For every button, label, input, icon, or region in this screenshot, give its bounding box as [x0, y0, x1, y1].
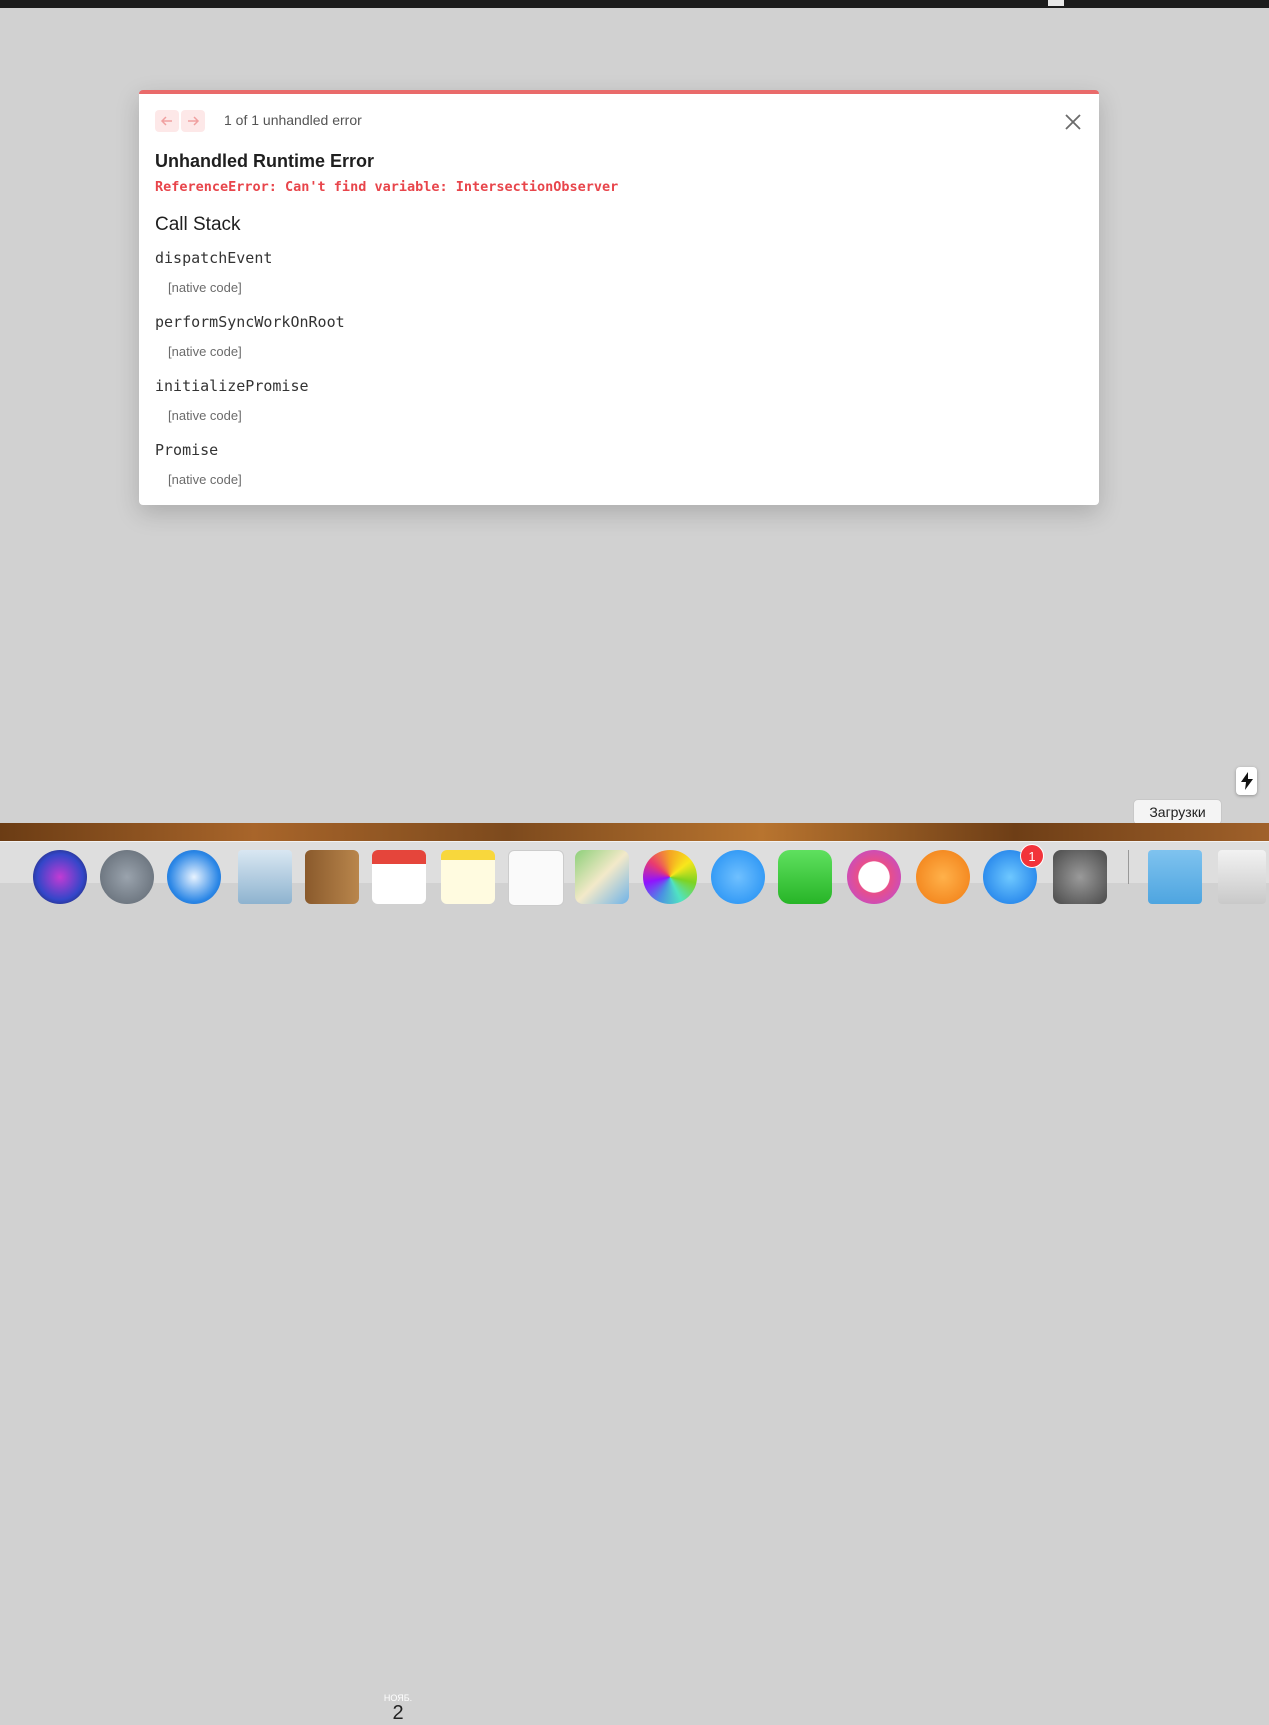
photos-icon[interactable]: [643, 850, 697, 904]
window-title-strip: [0, 0, 1269, 8]
desktop-wallpaper: [0, 823, 1269, 841]
trash-icon[interactable]: [1218, 850, 1266, 904]
lightning-bolt-icon: [1240, 772, 1253, 790]
dock-separator: [1128, 850, 1129, 884]
error-overlay: 1 of 1 unhandled error Unhandled Runtime…: [139, 90, 1099, 505]
close-icon: [1065, 114, 1081, 130]
system-preferences-icon[interactable]: [1053, 850, 1107, 904]
frame-source: [native code]: [168, 344, 242, 359]
books-icon[interactable]: [916, 850, 970, 904]
calendar-day: 2: [392, 1702, 404, 1724]
notes-icon[interactable]: [441, 850, 495, 904]
safari-icon[interactable]: [167, 850, 221, 904]
call-stack-title: Call Stack: [155, 214, 241, 235]
next-error-button[interactable]: [181, 110, 205, 132]
frame-function: performSyncWorkOnRoot: [155, 313, 345, 331]
error-message: ReferenceError: Can't find variable: Int…: [155, 179, 619, 195]
dock: НОЯБ. 2: [0, 841, 1269, 1724]
frame-source: [native code]: [168, 408, 242, 423]
error-counter: 1 of 1 unhandled error: [224, 112, 362, 128]
frame-function: Promise: [155, 441, 219, 459]
calendar-icon[interactable]: [372, 850, 426, 904]
prev-error-button[interactable]: [155, 110, 179, 132]
close-button[interactable]: [1063, 112, 1083, 132]
error-title: Unhandled Runtime Error: [155, 151, 375, 171]
frame-function: dispatchEvent: [155, 249, 273, 267]
reminders-icon[interactable]: [508, 850, 564, 906]
downloads-folder-icon[interactable]: [1148, 850, 1202, 904]
maps-icon[interactable]: [575, 850, 629, 904]
arrow-left-icon: [160, 116, 172, 126]
arrow-right-icon: [188, 116, 200, 126]
mail-icon[interactable]: [238, 850, 292, 904]
strip-selection: [1048, 0, 1064, 6]
messages-icon[interactable]: [711, 850, 765, 904]
frame-source: [native code]: [168, 280, 242, 295]
frame-function: initializePromise: [155, 377, 309, 395]
contacts-icon[interactable]: [305, 850, 359, 904]
error-nav: [155, 110, 205, 132]
facetime-icon[interactable]: [778, 850, 832, 904]
dock-tooltip: Загрузки: [1133, 799, 1222, 831]
frame-source: [native code]: [168, 472, 242, 487]
appstore-badge: 1: [1020, 844, 1044, 868]
dev-tools-toggle-button[interactable]: [1236, 767, 1257, 795]
siri-icon[interactable]: [33, 850, 87, 904]
launchpad-icon[interactable]: [100, 850, 154, 904]
itunes-icon[interactable]: [847, 850, 901, 904]
